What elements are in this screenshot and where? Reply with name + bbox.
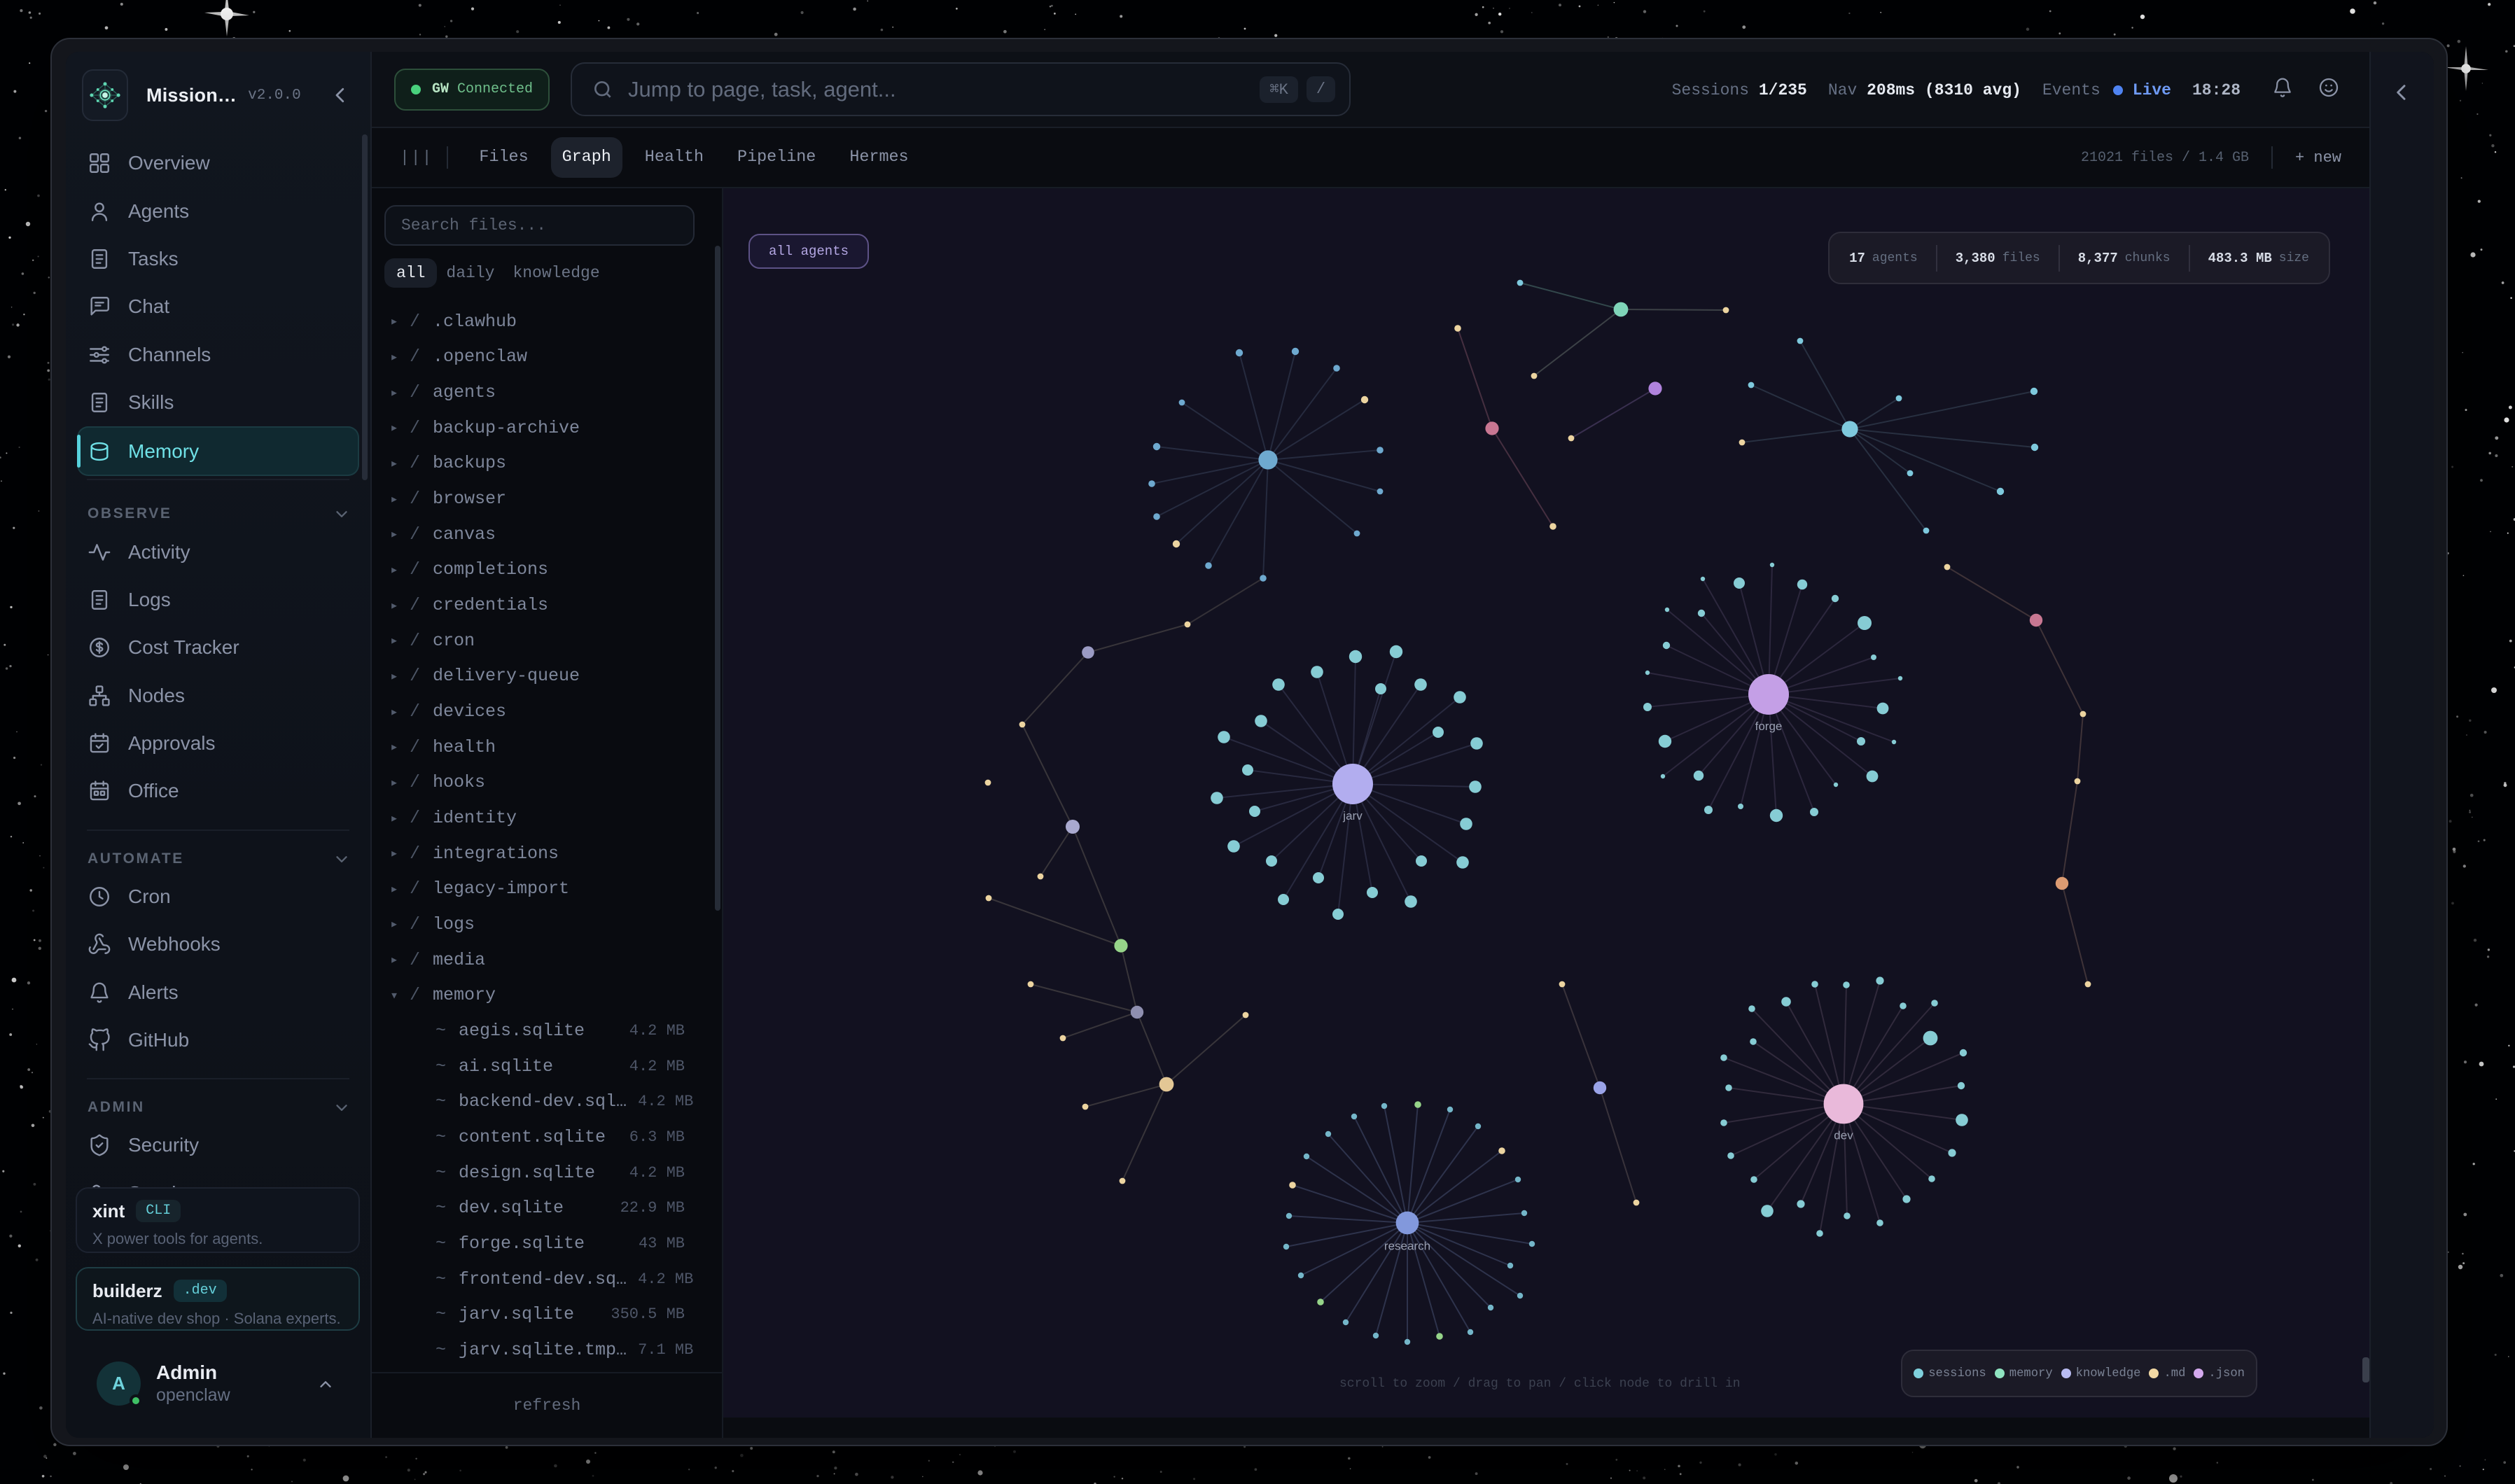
svg-text:research: research <box>1384 1239 1430 1252</box>
svg-text:forge: forge <box>1755 720 1783 733</box>
svg-text:jarv: jarv <box>1342 809 1363 822</box>
svg-text:dev: dev <box>1834 1128 1853 1142</box>
